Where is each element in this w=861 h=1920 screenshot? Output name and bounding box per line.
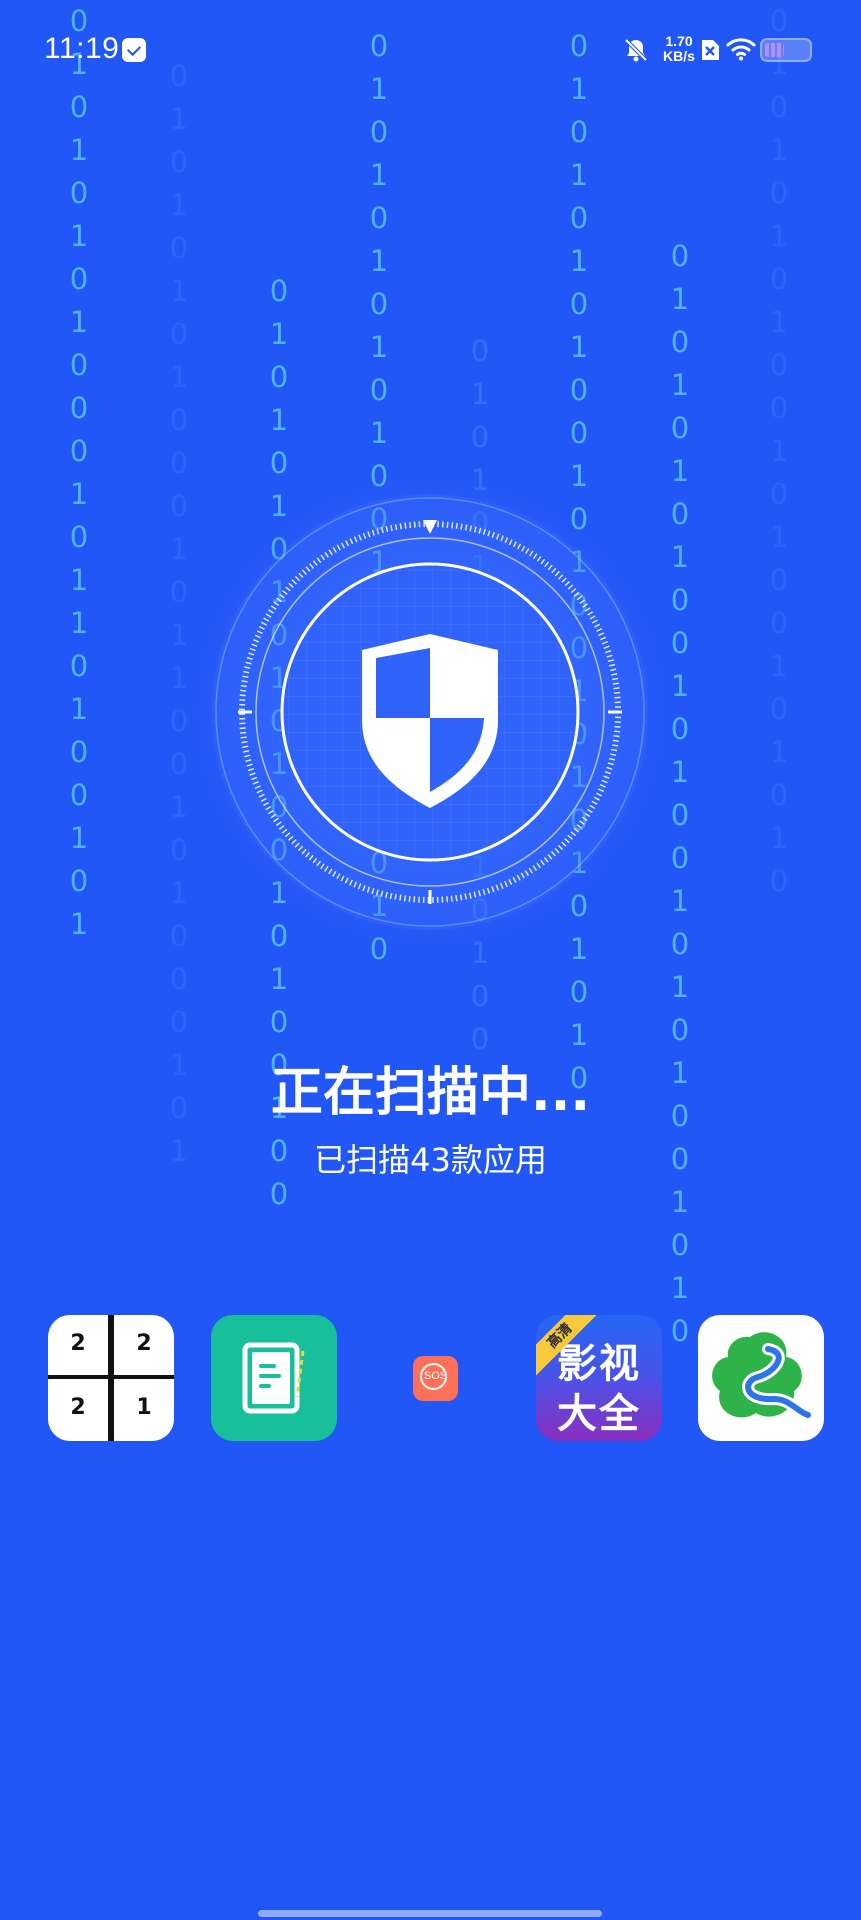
mute-bell-icon (624, 38, 648, 62)
network-speed-value: 1.70 (665, 33, 693, 49)
wifi-icon (726, 38, 756, 61)
binary-rain-column: 0 1 0 1 0 1 0 1 0 0 0 1 0 1 1 0 1 0 0 1 … (69, 4, 89, 941)
grid-divider (48, 1375, 174, 1379)
sos-label: SOS (423, 1370, 448, 1382)
video-app-title-line2: 大全 (557, 1391, 641, 1437)
status-time: 11:19 (44, 32, 120, 65)
app-icon-map (698, 1315, 824, 1441)
scan-screen: 0 1 0 1 0 1 0 1 0 0 0 1 0 1 1 0 1 0 0 1 … (0, 0, 861, 1920)
scan-progress-text: 已扫描43款应用 (314, 1141, 547, 1179)
status-bar: 11:19 1.70 KB/s (0, 0, 861, 100)
app-icon-notes (211, 1315, 337, 1441)
home-indicator[interactable] (258, 1910, 602, 1917)
network-speed: 1.70 KB/s (656, 34, 702, 64)
network-speed-unit: KB/s (663, 48, 695, 64)
scan-title: 正在扫描中... (270, 1063, 591, 1123)
app-icon-number-grid: 2 2 2 1 (48, 1315, 174, 1441)
grid-cell: 2 (136, 1331, 152, 1356)
app-icon-video: 影视 大全 高清 (536, 1315, 662, 1441)
map-leaf-icon (712, 1332, 814, 1421)
grid-cell: 2 (70, 1395, 86, 1420)
notepad-icon (242, 1342, 305, 1414)
scanner-dial (182, 464, 678, 960)
battery-level (765, 43, 784, 57)
app-icon-sos: SOS (413, 1356, 458, 1401)
grid-cell: 1 (136, 1395, 152, 1420)
battery-icon (760, 38, 812, 62)
message-icon (122, 38, 146, 62)
grid-cell: 2 (70, 1331, 86, 1356)
sim-off-icon (702, 40, 719, 60)
binary-rain-column: 0 1 0 1 0 1 0 1 0 0 1 0 1 0 0 1 0 1 0 1 … (769, 4, 789, 898)
